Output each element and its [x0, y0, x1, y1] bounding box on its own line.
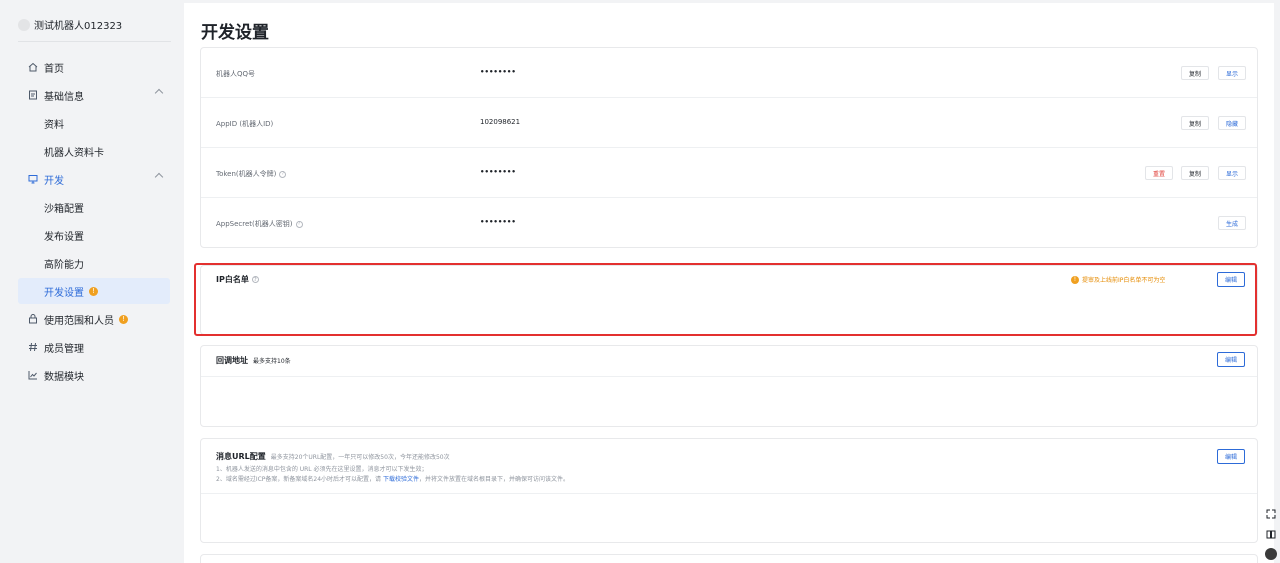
section-title-wrap: 消息URL配置 最多支持20个URL配置，一年只可以修改50次，今年还能修改50次: [216, 451, 450, 462]
sidebar-item-publish[interactable]: 发布设置: [18, 222, 170, 248]
credential-value: ••••••••: [480, 68, 516, 76]
section-divider: [201, 376, 1257, 377]
sidebar-item-label: 数据模块: [44, 371, 84, 383]
bot-header[interactable]: 测试机器人012323: [18, 17, 122, 32]
sidebar-item-dev-settings[interactable]: 开发设置 !: [18, 278, 170, 304]
credential-row-qq: 机器人QQ号 •••••••• 复制 显示: [201, 48, 1257, 98]
credential-label-wrap: AppSecret(机器人密钥)?: [216, 219, 303, 229]
credential-label: AppID (机器人ID): [216, 120, 274, 128]
download-verify-file-link[interactable]: 下载校验文件: [383, 476, 419, 483]
sidebar-item-data[interactable]: 数据模块: [18, 362, 170, 388]
sidebar-item-profile[interactable]: 资料: [18, 110, 170, 136]
section-title-wrap: 回调地址 最多支持10条: [216, 355, 291, 366]
sidebar-item-label: 成员管理: [44, 343, 84, 355]
sidebar-item-basic-info[interactable]: 基础信息: [18, 82, 170, 108]
credential-label-wrap: Token(机器人令牌)?: [216, 169, 287, 179]
sidebar-item-home[interactable]: 首页: [18, 54, 170, 80]
sidebar-item-label: 发布设置: [44, 231, 84, 243]
ip-warning: ! 提审及上线前IP白名单不可为空: [1071, 275, 1165, 284]
sidebar-item-label: 开发: [44, 175, 64, 187]
chevron-up-icon: [154, 88, 164, 98]
credential-row-appid: AppID (机器人ID) 102098621 复制 隐藏: [201, 98, 1257, 148]
document-icon: [28, 90, 38, 100]
sidebar-divider: [18, 41, 171, 42]
page-title: 开发设置: [201, 23, 269, 43]
sidebar-item-scope[interactable]: 使用范围和人员 !: [18, 306, 170, 332]
lock-icon: [28, 314, 38, 324]
credential-label: AppSecret(机器人密钥): [216, 220, 293, 228]
help-icon[interactable]: ?: [295, 220, 303, 228]
reset-button[interactable]: 重置: [1145, 166, 1173, 180]
sidebar-item-label: 首页: [44, 63, 64, 75]
bot-name: 测试机器人012323: [34, 21, 123, 32]
edit-msg-url-button[interactable]: 编辑: [1217, 449, 1245, 464]
msg-url-card: 消息URL配置 最多支持20个URL配置，一年只可以修改50次，今年还能修改50次…: [200, 438, 1258, 543]
bot-avatar: [18, 18, 30, 31]
section-title: IP白名单: [216, 275, 249, 284]
credential-label: 机器人QQ号: [216, 70, 256, 78]
sidebar-item-label: 开发设置: [44, 287, 84, 299]
main-panel: 开发设置 机器人QQ号 •••••••• 复制 显示 AppID (机器人ID)…: [184, 3, 1274, 563]
section-divider: [201, 493, 1257, 494]
edit-callback-button[interactable]: 编辑: [1217, 352, 1245, 367]
credentials-card: 机器人QQ号 •••••••• 复制 显示 AppID (机器人ID) 1020…: [200, 47, 1258, 248]
note-text: ，并将文件放置在域名根目录下，并确保可访问该文件。: [418, 476, 569, 483]
help-icon[interactable]: ?: [251, 276, 259, 283]
section-title-wrap: IP白名单?: [216, 274, 259, 285]
note-text: 2、域名需经过ICP备案，新备案域名24小时后才可以配置，请: [216, 476, 383, 483]
expand-icon[interactable]: [1265, 508, 1277, 520]
home-icon: [28, 62, 38, 72]
credential-value: ••••••••: [480, 218, 516, 226]
section-subtitle: 最多支持20个URL配置，一年只可以修改50次，今年还能修改50次: [270, 454, 450, 461]
sidebar-item-label: 沙箱配置: [44, 203, 84, 215]
copy-button[interactable]: 复制: [1181, 166, 1209, 180]
sidebar-item-label: 资料: [44, 119, 64, 131]
callback-card: 回调地址 最多支持10条 编辑: [200, 345, 1258, 427]
warning-badge: !: [119, 314, 128, 324]
hash-icon: [28, 342, 38, 352]
hide-button[interactable]: 隐藏: [1218, 116, 1246, 130]
section-title: 消息URL配置: [216, 452, 266, 461]
floating-toolbar: [1262, 508, 1280, 560]
sidebar-item-dev[interactable]: 开发: [18, 166, 170, 192]
generate-button[interactable]: 生成: [1218, 216, 1246, 230]
monitor-icon: [28, 174, 38, 184]
ip-whitelist-card: IP白名单? ! 提审及上线前IP白名单不可为空 编辑: [200, 265, 1258, 335]
chart-icon: [28, 370, 38, 380]
credential-value: 102098621: [480, 118, 521, 126]
note-line-1: 1、机器人发送的消息中包含的 URL 必须先在这里设置，消息才可以下发生效；: [216, 466, 428, 473]
user-avatar[interactable]: [1265, 548, 1277, 560]
copy-button[interactable]: 复制: [1181, 116, 1209, 130]
credential-value: ••••••••: [480, 168, 516, 176]
warning-text: 提审及上线前IP白名单不可为空: [1082, 277, 1166, 284]
sidebar-item-label: 基础信息: [44, 91, 84, 103]
show-button[interactable]: 显示: [1218, 66, 1246, 80]
chevron-up-icon: [154, 172, 164, 182]
help-icon[interactable]: ?: [279, 170, 287, 178]
sidebar-item-sandbox[interactable]: 沙箱配置: [18, 194, 170, 220]
credential-row-secret: AppSecret(机器人密钥)? •••••••• 生成: [201, 198, 1257, 248]
sidebar-item-label: 使用范围和人员: [44, 315, 114, 327]
sidebar-item-advanced[interactable]: 高阶能力: [18, 250, 170, 276]
sidebar-item-members[interactable]: 成员管理: [18, 334, 170, 360]
credential-row-token: Token(机器人令牌)? •••••••• 重置 复制 显示: [201, 148, 1257, 198]
credential-label: Token(机器人令牌): [216, 170, 277, 178]
section-subtitle: 最多支持10条: [253, 358, 291, 365]
edit-ip-button[interactable]: 编辑: [1217, 272, 1245, 287]
section-title: 回调地址: [216, 356, 248, 365]
sidebar: 测试机器人012323 首页 基础信息 资料 机器人资料卡 开发 沙箱配置 发布…: [0, 0, 184, 563]
copy-button[interactable]: 复制: [1181, 66, 1209, 80]
warning-icon: !: [1071, 275, 1079, 284]
note-line-2: 2、域名需经过ICP备案，新备案域名24小时后才可以配置，请 下载校验文件，并将…: [216, 474, 569, 483]
sidebar-item-label: 机器人资料卡: [44, 147, 104, 159]
sidebar-item-bot-card[interactable]: 机器人资料卡: [18, 138, 170, 164]
warning-badge: !: [89, 286, 98, 296]
next-card: [200, 554, 1258, 563]
book-icon[interactable]: [1265, 528, 1277, 540]
sidebar-item-label: 高阶能力: [44, 259, 84, 271]
show-button[interactable]: 显示: [1218, 166, 1246, 180]
